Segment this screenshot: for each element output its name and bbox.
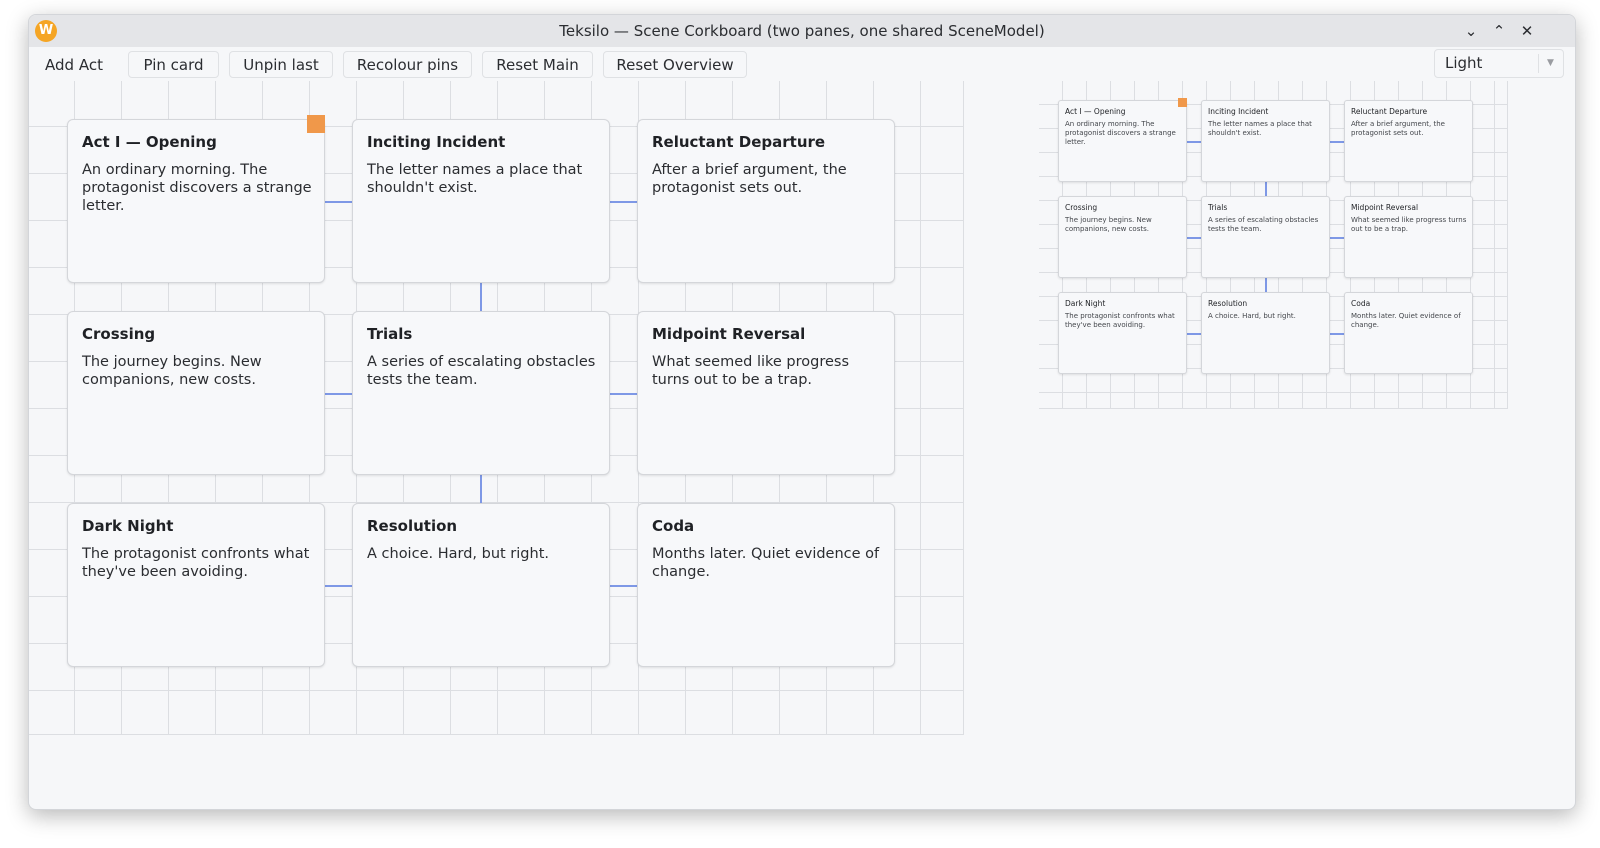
scene-card-body: Months later. Quiet evidence of change.	[1351, 312, 1461, 329]
title-bar[interactable]: W Teksilo — Scene Corkboard (two panes, …	[29, 15, 1575, 47]
scene-card-title: Dark Night	[1065, 299, 1106, 308]
app-window: W Teksilo — Scene Corkboard (two panes, …	[28, 14, 1576, 810]
card-connector	[323, 585, 354, 587]
card-connector	[323, 201, 354, 203]
scene-card-title: Reluctant Departure	[1351, 107, 1428, 116]
scene-card[interactable]: Crossing The journey begins. New companio…	[67, 311, 325, 475]
scene-card-body: After a brief argument, the protagonist …	[1351, 120, 1445, 137]
scene-card[interactable]: Coda Months later. Quiet evidence of chan…	[1344, 292, 1473, 374]
card-connector	[480, 281, 482, 313]
scene-card-body: An ordinary morning. The protagonist dis…	[82, 162, 312, 214]
pin-card-button[interactable]: Pin card	[128, 51, 219, 78]
scene-card-title: Inciting Incident	[1208, 107, 1269, 116]
theme-select-divider	[1538, 54, 1539, 73]
scene-card-title: Resolution	[1208, 299, 1248, 308]
scene-card-body: A choice. Hard, but right.	[1208, 312, 1296, 320]
close-icon[interactable]: ✕	[1516, 20, 1538, 42]
pin-marker[interactable]	[307, 115, 325, 133]
scene-card-body: What seemed like progress turns out to b…	[652, 354, 850, 388]
scene-card[interactable]: Dark Night The protagonist confronts what…	[67, 503, 325, 667]
theme-select-value: Light	[1445, 54, 1483, 72]
theme-select[interactable]: Light ▼	[1434, 49, 1564, 78]
scene-card-body: The journey begins. New companions, new …	[82, 354, 262, 388]
scene-card-title: Inciting Incident	[367, 133, 506, 151]
chevron-up-icon[interactable]: ⌃	[1488, 20, 1510, 42]
recolour-pins-button[interactable]: Recolour pins	[343, 51, 472, 78]
overview-corkboard-pane[interactable]: Act I — Opening An ordinary morning. The …	[1039, 81, 1508, 409]
chevron-down-icon: ▼	[1547, 58, 1554, 68]
scene-card[interactable]: Resolution A choice. Hard, but right.	[1201, 292, 1330, 374]
card-connector	[608, 393, 639, 395]
scene-card-title: Trials	[1208, 203, 1228, 212]
scene-card[interactable]: Trials A series of escalating obstacles t…	[352, 311, 610, 475]
scene-card[interactable]: Trials A series of escalating obstacles t…	[1201, 196, 1330, 278]
scene-card[interactable]: Inciting Incident The letter names a plac…	[352, 119, 610, 283]
scene-card[interactable]: Midpoint Reversal What seemed like progre…	[1344, 196, 1473, 278]
main-corkboard-pane[interactable]: Act I — Opening An ordinary morning. The …	[29, 81, 964, 735]
scene-card-title: Midpoint Reversal	[652, 325, 806, 343]
reset-overview-button[interactable]: Reset Overview	[603, 51, 747, 78]
scene-card[interactable]: Act I — Opening An ordinary morning. The …	[1058, 100, 1187, 182]
scene-card-body: A choice. Hard, but right.	[367, 546, 549, 562]
chevron-down-icon[interactable]: ⌄	[1460, 20, 1482, 42]
scene-card-body: The journey begins. New companions, new …	[1065, 216, 1152, 233]
scene-card-body: After a brief argument, the protagonist …	[652, 162, 847, 196]
scene-card-title: Resolution	[367, 517, 458, 535]
scene-card-title: Act I — Opening	[1065, 107, 1126, 116]
scene-card[interactable]: Inciting Incident The letter names a plac…	[1201, 100, 1330, 182]
scene-card-title: Act I — Opening	[82, 133, 217, 151]
scene-card-body: A series of escalating obstacles tests t…	[1208, 216, 1319, 233]
scene-card-title: Crossing	[1065, 203, 1098, 212]
scene-card-title: Dark Night	[82, 517, 174, 535]
scene-card[interactable]: Reluctant Departure After a brief argumen…	[1344, 100, 1473, 182]
scene-card-body: An ordinary morning. The protagonist dis…	[1065, 120, 1176, 146]
add-act-button[interactable]: Add Act	[31, 51, 117, 78]
card-connector	[608, 201, 639, 203]
scene-card-body: The letter names a place that shouldn't …	[1208, 120, 1312, 137]
scene-card-body: What seemed like progress turns out to b…	[1351, 216, 1467, 233]
pin-marker[interactable]	[1178, 98, 1187, 107]
scene-card-body: The protagonist confronts what they've b…	[1065, 312, 1175, 329]
reset-main-button[interactable]: Reset Main	[482, 51, 593, 78]
scene-card-body: A series of escalating obstacles tests t…	[367, 354, 596, 388]
scene-card-title: Midpoint Reversal	[1351, 203, 1419, 212]
scene-card-body: The letter names a place that shouldn't …	[367, 162, 583, 196]
card-connector	[480, 473, 482, 505]
window-title: Teksilo — Scene Corkboard (two panes, on…	[559, 22, 1045, 40]
scene-card[interactable]: Midpoint Reversal What seemed like progre…	[637, 311, 895, 475]
scene-card-title: Reluctant Departure	[652, 133, 826, 151]
scene-card-title: Trials	[367, 325, 413, 343]
scene-card-title: Coda	[652, 517, 695, 535]
toolbar: Add Act Pin card Unpin last Recolour pin…	[29, 47, 1575, 81]
scene-card-body: Months later. Quiet evidence of change.	[652, 546, 880, 580]
scene-card[interactable]: Resolution A choice. Hard, but right.	[352, 503, 610, 667]
scene-card[interactable]: Dark Night The protagonist confronts what…	[1058, 292, 1187, 374]
scene-card-title: Coda	[1351, 299, 1371, 308]
card-connector	[323, 393, 354, 395]
unpin-last-button[interactable]: Unpin last	[229, 51, 333, 78]
scene-card-title: Crossing	[82, 325, 156, 343]
scene-card[interactable]: Coda Months later. Quiet evidence of chan…	[637, 503, 895, 667]
card-connector	[608, 585, 639, 587]
scene-card[interactable]: Crossing The journey begins. New companio…	[1058, 196, 1187, 278]
scene-card[interactable]: Reluctant Departure After a brief argumen…	[637, 119, 895, 283]
scene-card-body: The protagonist confronts what they've b…	[82, 546, 310, 580]
scene-card[interactable]: Act I — Opening An ordinary morning. The …	[67, 119, 325, 283]
